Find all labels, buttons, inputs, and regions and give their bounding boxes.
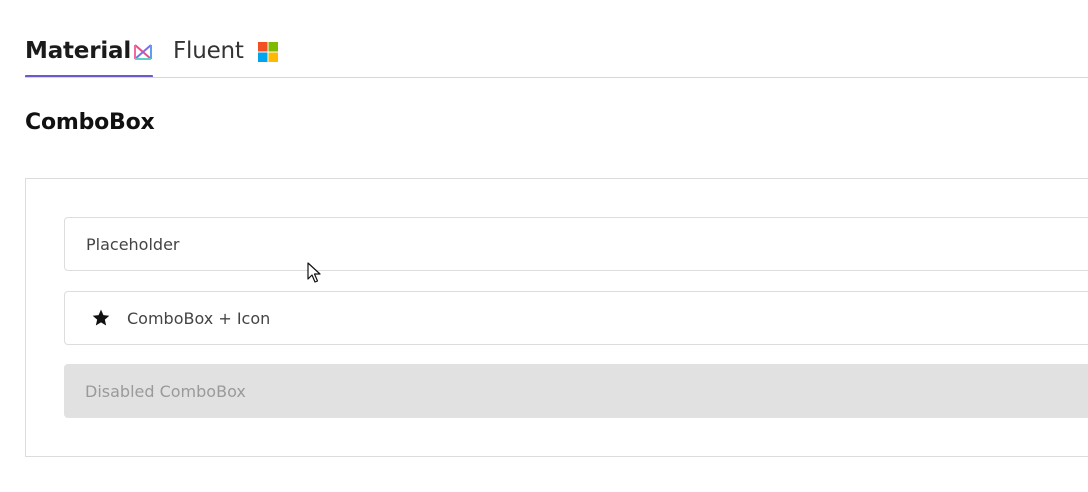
section-title: ComboBox [25, 110, 155, 135]
tab-material[interactable]: Material [25, 34, 153, 78]
combobox-with-icon-text: ComboBox + Icon [127, 308, 271, 328]
material-logo-icon [134, 44, 152, 60]
combobox-placeholder[interactable]: Placeholder [64, 217, 1088, 271]
combobox-disabled-text: Disabled ComboBox [85, 381, 246, 401]
combobox-placeholder-text: Placeholder [86, 234, 180, 254]
tab-fluent[interactable]: Fluent [173, 34, 283, 77]
combobox-demo-panel: Placeholder ComboBox + Icon Disabled Com… [25, 178, 1088, 457]
platform-tabs: Material Fluent [0, 0, 1088, 78]
tab-material-label: Material [25, 38, 132, 64]
combobox-disabled: Disabled ComboBox [64, 364, 1088, 418]
mouse-cursor-icon [307, 262, 321, 283]
star-icon [92, 309, 110, 326]
tabs-divider [25, 77, 1088, 78]
windows-logo-icon [258, 42, 278, 62]
combobox-with-icon[interactable]: ComboBox + Icon [64, 291, 1088, 345]
tab-fluent-label: Fluent [173, 38, 244, 64]
